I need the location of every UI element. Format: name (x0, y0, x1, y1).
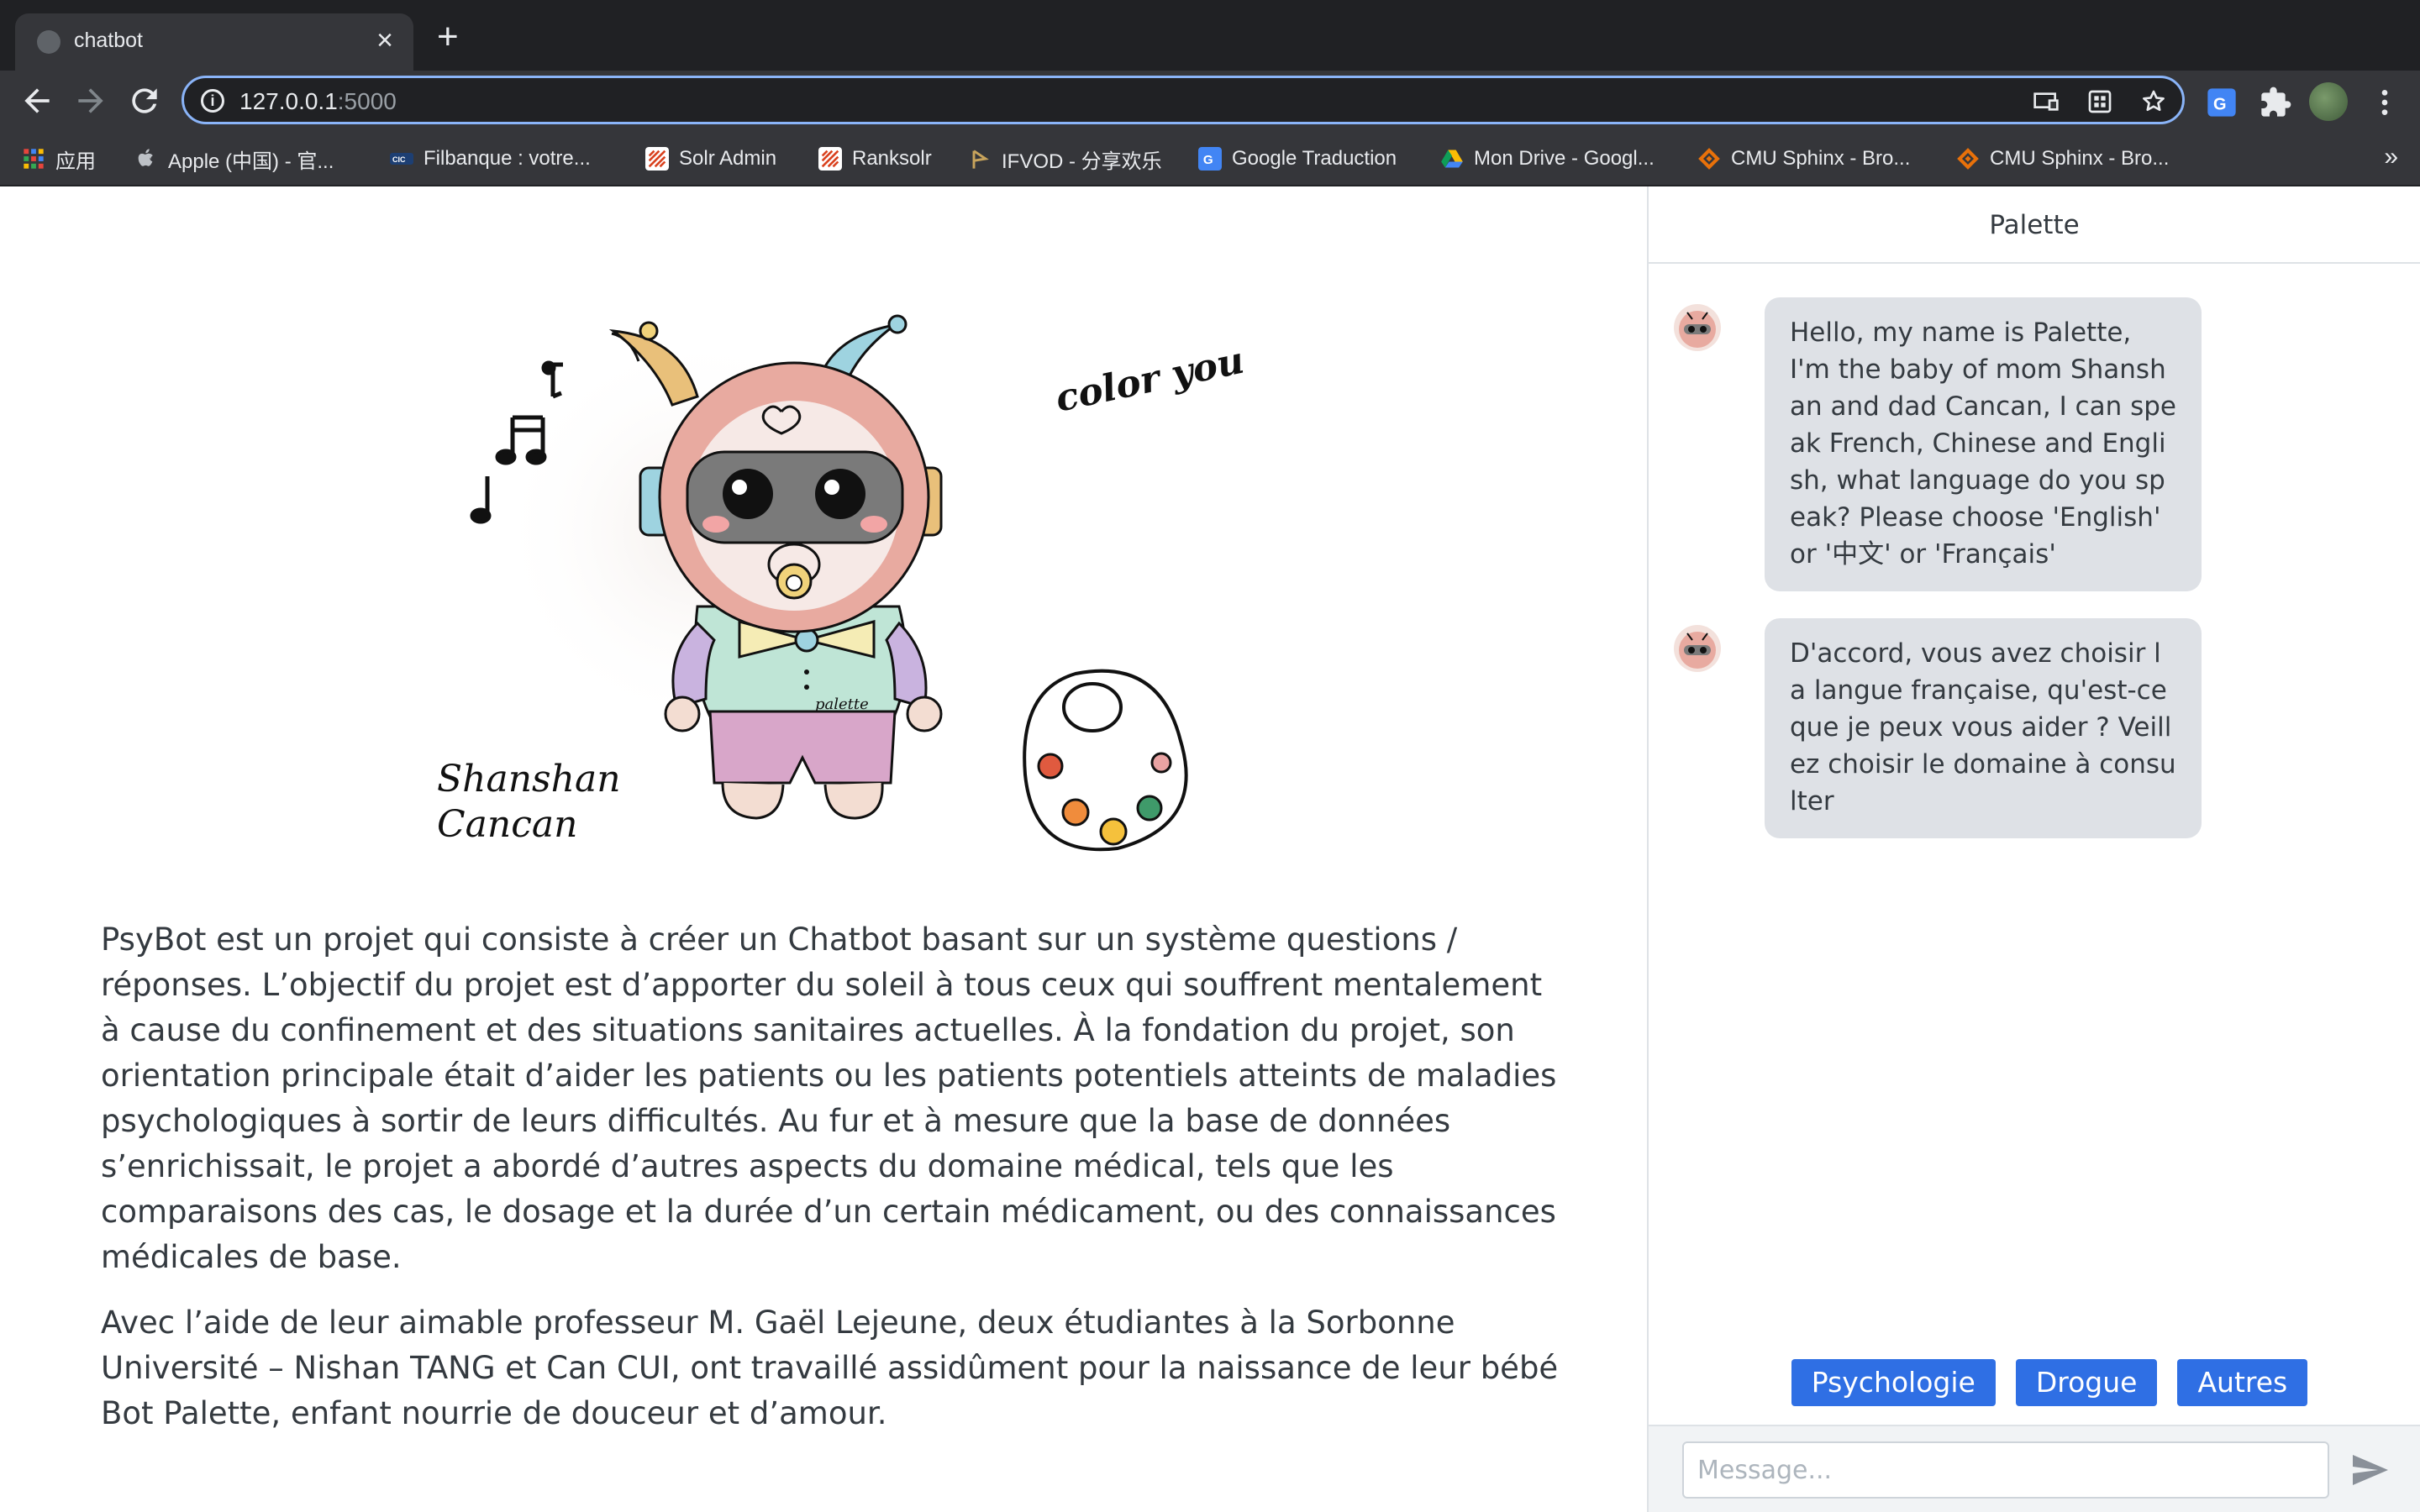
site-info-icon[interactable]: i (201, 89, 224, 113)
svg-text:CIC: CIC (392, 155, 406, 164)
solr-icon (645, 147, 669, 171)
chat-message: D'accord, vous avez choisir la langue fr… (1674, 618, 2202, 838)
globe-icon (37, 30, 60, 54)
bookmark-star-icon[interactable] (2140, 88, 2167, 115)
google-translate-extension-icon[interactable]: G (2205, 86, 2238, 119)
palette-bot-illustration: palette color your life Shanshan Cancan (437, 314, 1244, 852)
cast-icon[interactable] (2033, 88, 2060, 115)
url-host: 127.0.0.1 (239, 88, 338, 114)
chat-panel: Palette Hello, my name is Palette, I'm t… (1647, 186, 2420, 1512)
bookmark-label: 应用 (55, 150, 96, 173)
intro-paragraph-1: PsyBot est un projet qui consiste à crée… (101, 921, 1557, 1275)
chat-header-title: Palette (1649, 186, 2420, 264)
bookmark-label: Google Traduction (1232, 147, 1397, 170)
bookmark-apps[interactable]: 应用 (22, 144, 96, 173)
qr-code-icon[interactable] (2086, 88, 2113, 115)
bookmark-label: IFVOD - 分享欢乐 (1002, 150, 1162, 173)
bookmark-apple[interactable]: Apple (中国) - 官... (134, 144, 334, 173)
new-tab-button[interactable]: + (437, 18, 459, 55)
address-bar[interactable]: i 127.0.0.1:5000 (182, 76, 2185, 124)
bot-avatar-icon (1679, 311, 1716, 348)
tab-title: chatbot (74, 29, 144, 52)
bot-avatar-icon (1679, 632, 1716, 669)
message-input[interactable] (1682, 1441, 2329, 1499)
solr-icon (818, 147, 842, 171)
bookmark-mon-drive[interactable]: Mon Drive - Googl... (1440, 144, 1655, 173)
svg-text:G: G (2213, 95, 2227, 113)
bot-avatar (1674, 625, 1721, 672)
send-icon[interactable] (2348, 1450, 2391, 1490)
bookmark-cmu-sphinx-2[interactable]: CMU Sphinx - Bro... (1956, 144, 2169, 173)
cmu-sphinx-icon (1957, 148, 1979, 170)
bookmark-label: CMU Sphinx - Bro... (1990, 147, 2170, 170)
close-tab-icon[interactable]: × (376, 24, 393, 57)
back-arrow-icon[interactable] (18, 82, 55, 119)
browser-tab-bar: chatbot × + (0, 0, 2420, 71)
quick-reply-drogue-button[interactable]: Drogue (2015, 1359, 2158, 1406)
bookmark-label: Mon Drive - Googl... (1474, 147, 1655, 170)
browser-tab[interactable]: chatbot × (15, 13, 413, 71)
profile-avatar[interactable] (2309, 82, 2348, 121)
extensions-puzzle-icon[interactable] (2259, 86, 2292, 119)
google-drive-icon (1441, 150, 1463, 168)
signature-shanshan: Shanshan (437, 758, 621, 801)
bookmark-solr-admin[interactable]: Solr Admin (645, 144, 776, 173)
bookmark-filbanque[interactable]: CIC Filbanque : votre... (390, 144, 591, 173)
url-port: :5000 (337, 88, 397, 114)
chat-message: Hello, my name is Palette, I'm the baby … (1674, 297, 2202, 591)
bot-message-bubble: D'accord, vous avez choisir la langue fr… (1765, 618, 2202, 838)
bot-message-bubble: Hello, my name is Palette, I'm the baby … (1765, 297, 2202, 591)
quick-reply-autres-button[interactable]: Autres (2177, 1359, 2308, 1406)
bookmark-google-traduction[interactable]: G Google Traduction (1198, 144, 1397, 173)
bookmark-label: Apple (中国) - 官... (168, 150, 334, 173)
forward-arrow-icon[interactable] (72, 82, 109, 119)
kebab-menu-icon[interactable] (2368, 86, 2402, 119)
paint-palette-icon (1023, 669, 1188, 852)
browser-toolbar: i 127.0.0.1:5000 G (0, 71, 2420, 131)
url-text: 127.0.0.1:5000 (239, 88, 397, 115)
apple-icon (138, 149, 153, 166)
ifvod-icon (972, 150, 989, 169)
bookmarks-overflow-button[interactable]: » (2384, 143, 2398, 171)
signature-cancan: Cancan (437, 803, 577, 846)
bookmark-ifvod[interactable]: IFVOD - 分享欢乐 (968, 144, 1162, 173)
bookmarks-bar: 应用 Apple (中国) - 官... CIC Filbanque : vot… (0, 131, 2420, 186)
cic-icon: CIC (390, 153, 413, 165)
bot-avatar (1674, 304, 1721, 351)
svg-text:G: G (1203, 153, 1213, 167)
bookmark-label: CMU Sphinx - Bro... (1731, 147, 1911, 170)
bookmark-ranksolr[interactable]: Ranksolr (818, 144, 932, 173)
bookmark-label: Solr Admin (679, 147, 777, 170)
apps-grid-icon (24, 149, 44, 169)
project-description: PsyBot est un projet qui consiste à crée… (101, 917, 1563, 1457)
intro-paragraph-2: Avec l’aide de leur aimable professeur M… (101, 1305, 1559, 1431)
cmu-sphinx-icon (1698, 148, 1720, 170)
page-content: palette color your life Shanshan Cancan (0, 186, 2420, 1512)
reload-icon[interactable] (126, 82, 163, 119)
bookmark-cmu-sphinx-1[interactable]: CMU Sphinx - Bro... (1697, 144, 1910, 173)
color-your-life-text: color your life (1052, 318, 1244, 421)
message-composer (1649, 1425, 2420, 1512)
quick-replies: Psychologie Drogue Autres (1649, 1359, 2420, 1406)
shirt-text: palette (815, 696, 869, 713)
bookmark-label: Filbanque : votre... (424, 147, 591, 170)
quick-reply-psychologie-button[interactable]: Psychologie (1791, 1359, 1996, 1406)
google-translate-icon: G (1198, 147, 1222, 171)
main-column: palette color your life Shanshan Cancan (0, 186, 1647, 1512)
bookmark-label: Ranksolr (852, 147, 932, 170)
